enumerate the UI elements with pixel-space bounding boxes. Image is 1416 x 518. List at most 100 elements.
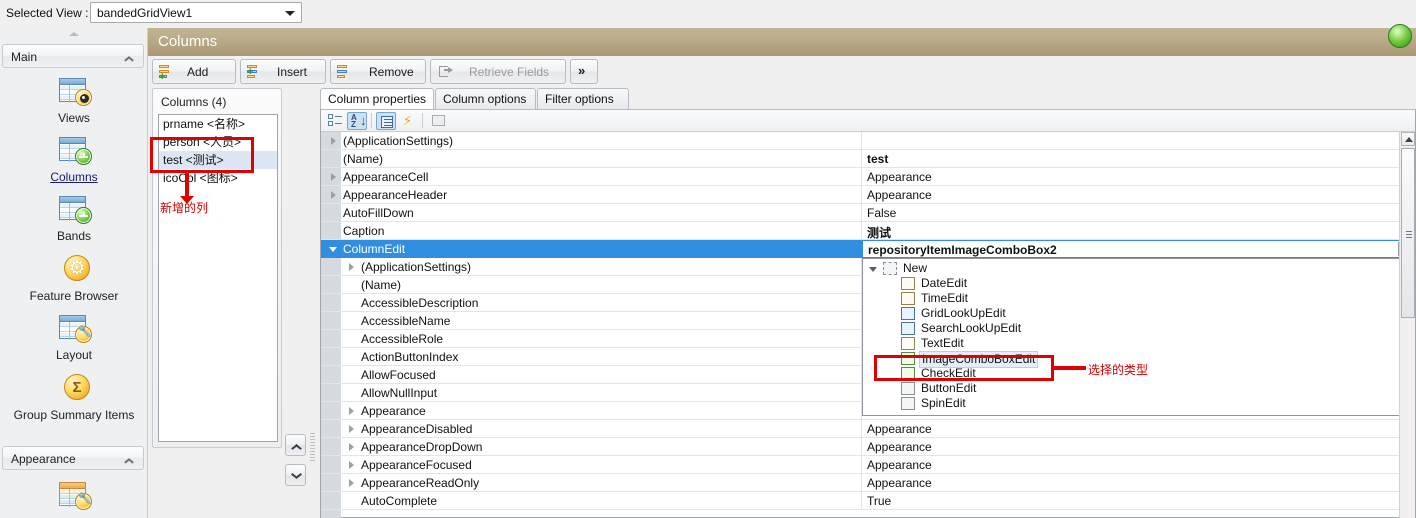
list-item[interactable]: SpinEdit — [863, 396, 1414, 411]
property-value[interactable]: Appearance — [867, 188, 932, 202]
list-item[interactable]: SearchLookUpEdit — [863, 321, 1414, 336]
table-row[interactable]: AppearanceFocused Appearance — [321, 456, 1415, 474]
add-button[interactable]: + Add — [152, 59, 236, 84]
table-row[interactable]: Caption 测试 — [321, 222, 1415, 240]
sidebar-item-label: Bands — [56, 229, 92, 243]
tab-column-options[interactable]: Column options — [435, 88, 536, 110]
list-item[interactable]: prname <名称> — [159, 115, 277, 133]
help-icon[interactable] — [1388, 24, 1412, 48]
retrieve-fields-label: Retrieve Fields — [469, 65, 550, 79]
property-value[interactable]: Appearance — [867, 422, 932, 436]
table-row[interactable]: AppearanceHeader Appearance — [321, 186, 1415, 204]
events-icon[interactable]: ⚡ — [399, 112, 419, 130]
expander-icon[interactable] — [347, 461, 356, 470]
property-value[interactable]: Appearance — [867, 476, 932, 490]
table-row[interactable]: (Name) test — [321, 150, 1415, 168]
list-item[interactable]: DateEdit — [863, 276, 1414, 291]
insert-column-icon: + — [247, 65, 263, 80]
list-item[interactable]: TextEdit — [863, 336, 1414, 351]
panel-splitter-grip[interactable] — [310, 433, 315, 493]
chevron-up-icon — [124, 55, 133, 60]
expander-icon[interactable] — [869, 265, 878, 274]
columns-toolbar: + Add + Insert Remove Retrieve Fields » — [148, 56, 1416, 88]
sidebar-group-appearance[interactable]: Appearance — [2, 446, 144, 470]
property-pages-icon[interactable] — [428, 112, 448, 130]
insert-button[interactable]: + Insert — [240, 59, 326, 84]
tab-column-properties[interactable]: Column properties — [320, 88, 434, 110]
table-row-selected[interactable]: ColumnEdit repositoryItemImageComboBox2 — [321, 240, 1415, 258]
expander-icon[interactable] — [329, 137, 338, 146]
expander-icon[interactable] — [329, 245, 338, 254]
page-title: Columns — [158, 33, 218, 50]
property-name: (Name) — [343, 152, 384, 166]
property-value[interactable]: Appearance — [867, 458, 932, 472]
column-edit-combobox[interactable]: repositoryItemImageComboBox2 — [862, 240, 1415, 258]
table-row[interactable]: AutoFillDown False — [321, 204, 1415, 222]
table-row[interactable]: AutoComplete True — [321, 492, 1415, 510]
property-value[interactable]: 测试 — [867, 224, 891, 241]
selected-view-combobox[interactable]: bandedGridView1 — [90, 2, 302, 23]
remove-button[interactable]: Remove — [330, 59, 426, 84]
expander-icon[interactable] — [347, 443, 356, 452]
table-row[interactable]: AppearanceDisabled Appearance — [321, 420, 1415, 438]
editor-type-dropdown[interactable]: New DateEdit TimeEdit GridLookUpEdit Sea… — [862, 258, 1415, 416]
retrieve-fields-button[interactable]: Retrieve Fields — [430, 59, 566, 84]
list-item[interactable]: New — [863, 261, 1414, 276]
list-item-label: TimeEdit — [921, 291, 968, 305]
grid-wrench-icon — [56, 313, 92, 343]
chevron-down-icon — [285, 11, 295, 16]
list-item[interactable]: GridLookUpEdit — [863, 306, 1414, 321]
property-name: Caption — [343, 224, 385, 238]
tab-strip: Column properties Column options Filter … — [320, 88, 1416, 110]
move-down-button[interactable] — [285, 464, 306, 486]
scrollbar-thumb[interactable] — [1401, 148, 1415, 318]
property-name: ColumnEdit — [343, 242, 406, 256]
table-row[interactable]: AppearanceReadOnly Appearance — [321, 474, 1415, 492]
scroll-up-icon[interactable] — [1401, 132, 1415, 146]
annotation-line — [1054, 366, 1086, 370]
property-value[interactable]: test — [867, 152, 888, 166]
tab-label: Filter options — [545, 92, 614, 106]
sidebar-item-appearance-styles[interactable] — [0, 480, 148, 513]
sidebar-item-bands[interactable]: Bands — [0, 194, 148, 243]
expander-icon[interactable] — [347, 263, 356, 272]
expander-icon[interactable] — [347, 479, 356, 488]
table-row[interactable]: AppearanceDropDown Appearance — [321, 438, 1415, 456]
property-value[interactable]: True — [867, 494, 891, 508]
property-name: AppearanceDropDown — [361, 440, 483, 454]
move-buttons — [285, 434, 307, 494]
spin-edit-icon — [901, 397, 915, 410]
property-value[interactable]: Appearance — [867, 170, 932, 184]
sidebar-item-feature-browser[interactable]: Feature Browser — [0, 254, 148, 303]
expander-icon[interactable] — [347, 407, 356, 416]
properties-icon[interactable] — [376, 112, 396, 130]
list-item[interactable]: TimeEdit — [863, 291, 1414, 306]
property-value[interactable]: False — [867, 206, 896, 220]
sidebar-item-group-summary-items[interactable]: Σ Group Summary Items — [0, 373, 148, 422]
sidebar-item-layout[interactable]: Layout — [0, 313, 148, 362]
expander-icon[interactable] — [329, 191, 338, 200]
alphabetical-sort-icon[interactable]: A Z ↓ — [347, 112, 367, 130]
move-up-button[interactable] — [285, 434, 306, 456]
expander-icon[interactable] — [347, 425, 356, 434]
add-column-icon: + — [159, 65, 175, 83]
sidebar-item-columns[interactable]: Columns — [0, 135, 148, 184]
tab-filter-options[interactable]: Filter options — [537, 88, 629, 110]
sidebar-item-views[interactable]: Views — [0, 76, 148, 125]
chevron-down-icon — [291, 473, 301, 479]
more-commands-button[interactable]: » — [570, 59, 598, 84]
list-item[interactable]: ButtonEdit — [863, 381, 1414, 396]
expander-icon[interactable] — [329, 173, 338, 182]
property-grid-rows: (ApplicationSettings) (Name) test Appear… — [321, 132, 1415, 518]
column-edit-value: repositoryItemImageComboBox2 — [868, 243, 1057, 257]
sidebar-splitter-grip[interactable] — [62, 30, 86, 38]
property-value[interactable]: Appearance — [867, 440, 932, 454]
sidebar-item-label: Group Summary Items — [13, 408, 135, 422]
categorized-icon[interactable] — [325, 112, 345, 130]
property-grid-scrollbar[interactable] — [1399, 132, 1415, 518]
table-row[interactable]: (ApplicationSettings) — [321, 132, 1415, 150]
sidebar-group-main[interactable]: Main — [2, 44, 144, 68]
table-row[interactable]: AppearanceCell Appearance — [321, 168, 1415, 186]
annotation-label-new-column: 新增的列 — [160, 201, 209, 215]
chevron-double-right-icon: » — [578, 63, 586, 78]
